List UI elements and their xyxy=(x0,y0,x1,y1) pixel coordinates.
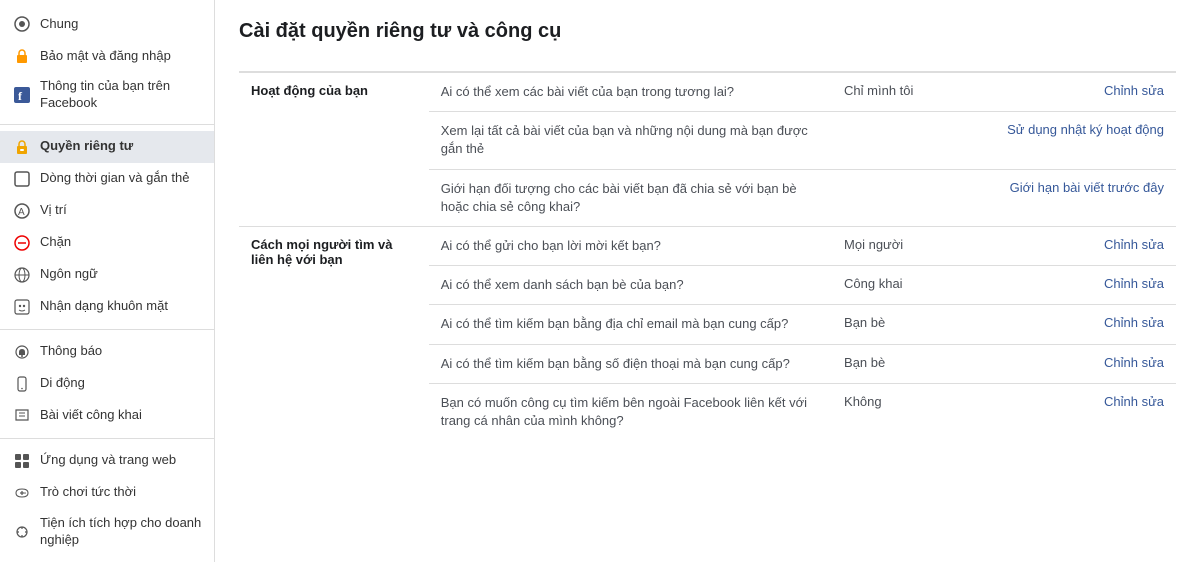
sidebar-item-label-quyen-rieng-tu: Quyền riêng tư xyxy=(40,138,202,155)
sidebar-item-label-thong-tin: Thông tin của bạn trên Facebook xyxy=(40,78,202,112)
quyen-rieng-tu-icon xyxy=(12,137,32,157)
vi-tri-icon: A xyxy=(12,201,32,221)
bai-viet-cong-khai-icon xyxy=(12,406,32,426)
page-title: Cài đặt quyền riêng tư và công cụ xyxy=(239,20,1176,55)
nhan-dang-khuon-mat-icon xyxy=(12,297,32,317)
action-link-1-3[interactable]: Chỉnh sửa xyxy=(1104,355,1164,370)
sidebar-item-ngon-ngu[interactable]: Ngôn ngữ xyxy=(0,259,214,291)
value-1-2: Bạn bè xyxy=(832,305,986,344)
value-1-1: Công khai xyxy=(832,266,986,305)
sidebar-item-thong-bao[interactable]: Thông báo xyxy=(0,336,214,368)
sidebar-item-nhan-dang-khuon-mat[interactable]: Nhận dạng khuôn mặt xyxy=(0,291,214,323)
sidebar-item-chung[interactable]: Chung xyxy=(0,8,214,40)
sidebar-divider-1 xyxy=(0,329,214,330)
description-1-2: Ai có thể tìm kiếm bạn bằng địa chỉ emai… xyxy=(429,305,832,344)
dong-thoi-gian-icon xyxy=(12,169,32,189)
sidebar-item-chan[interactable]: Chặn xyxy=(0,227,214,259)
value-1-3: Bạn bè xyxy=(832,344,986,383)
sidebar-item-dong-thoi-gian[interactable]: Dòng thời gian và gắn thẻ xyxy=(0,163,214,195)
sidebar-item-ung-dung[interactable]: Ứng dụng và trang web xyxy=(0,445,214,477)
sidebar-item-tro-choi[interactable]: Trò chơi tức thời xyxy=(0,477,214,509)
sidebar-item-label-thong-bao: Thông báo xyxy=(40,343,202,360)
table-row: Hoạt động của bạnAi có thể xem các bài v… xyxy=(239,72,1176,112)
sidebar-section-1: Quyền riêng tư Dòng thời gian và gắn thẻ A… xyxy=(0,131,214,323)
sidebar-item-vi-tri[interactable]: A Vị trí xyxy=(0,195,214,227)
sidebar-divider-2 xyxy=(0,438,214,439)
sidebar-item-label-dong-thoi-gian: Dòng thời gian và gắn thẻ xyxy=(40,170,202,187)
value-1-0: Mọi người xyxy=(832,226,986,265)
sidebar-item-quang-cao[interactable]: 📢Quảng cáo xyxy=(0,555,214,562)
description-0-1: Xem lại tất cả bài viết của bạn và những… xyxy=(429,112,832,169)
sidebar-item-label-tien-ich: Tiện ích tích hợp cho doanh nghiệp xyxy=(40,515,202,549)
bao-mat-icon xyxy=(12,46,32,66)
settings-table: Hoạt động của bạnAi có thể xem các bài v… xyxy=(239,71,1176,440)
sidebar-item-label-nhan-dang-khuon-mat: Nhận dạng khuôn mặt xyxy=(40,298,202,315)
action-link-0-0[interactable]: Chỉnh sửa xyxy=(1104,83,1164,98)
action-link-0-1[interactable]: Sử dụng nhật ký hoạt động xyxy=(1007,122,1164,137)
sidebar-divider-0 xyxy=(0,124,214,125)
action-link-1-0[interactable]: Chỉnh sửa xyxy=(1104,237,1164,252)
main-content: Cài đặt quyền riêng tư và công cụ Hoạt đ… xyxy=(215,0,1200,562)
sidebar-section-2: Thông báo Di động Bài viết công khai xyxy=(0,336,214,432)
value-0-2 xyxy=(832,169,986,226)
description-1-3: Ai có thể tìm kiếm bạn bằng số điện thoạ… xyxy=(429,344,832,383)
action-link-1-4[interactable]: Chỉnh sửa xyxy=(1104,394,1164,409)
chung-icon xyxy=(12,14,32,34)
description-1-0: Ai có thể gửi cho bạn lời mời kết bạn? xyxy=(429,226,832,265)
action-cell-1-0: Chỉnh sửa xyxy=(986,226,1176,265)
tro-choi-icon xyxy=(12,483,32,503)
action-cell-1-4: Chỉnh sửa xyxy=(986,383,1176,440)
sidebar-item-label-di-dong: Di động xyxy=(40,375,202,392)
sidebar-item-label-ngon-ngu: Ngôn ngữ xyxy=(40,266,202,283)
sidebar-item-label-vi-tri: Vị trí xyxy=(40,202,202,219)
sidebar-section-0: Chung Bảo mật và đăng nhập f Thông tin của … xyxy=(0,8,214,118)
action-link-0-2[interactable]: Giới hạn bài viết trước đây xyxy=(1010,180,1164,195)
di-dong-icon xyxy=(12,374,32,394)
sidebar: Chung Bảo mật và đăng nhập f Thông tin của … xyxy=(0,0,215,562)
action-link-1-2[interactable]: Chỉnh sửa xyxy=(1104,315,1164,330)
sidebar-section-3: Ứng dụng và trang web Trò chơi tức thời Ti… xyxy=(0,445,214,562)
action-cell-1-2: Chỉnh sửa xyxy=(986,305,1176,344)
sidebar-item-label-bai-viet-cong-khai: Bài viết công khai xyxy=(40,407,202,424)
ung-dung-icon xyxy=(12,451,32,471)
value-0-1 xyxy=(832,112,986,169)
category-0: Hoạt động của bạn xyxy=(239,72,429,226)
table-row: Cách mọi người tìm và liên hệ với bạnAi … xyxy=(239,226,1176,265)
action-cell-1-3: Chỉnh sửa xyxy=(986,344,1176,383)
sidebar-item-label-chung: Chung xyxy=(40,16,202,33)
sidebar-item-bao-mat[interactable]: Bảo mật và đăng nhập xyxy=(0,40,214,72)
description-1-1: Ai có thể xem danh sách bạn bè của bạn? xyxy=(429,266,832,305)
description-1-4: Bạn có muốn công cụ tìm kiếm bên ngoài F… xyxy=(429,383,832,440)
action-cell-0-1: Sử dụng nhật ký hoạt động xyxy=(986,112,1176,169)
action-cell-0-2: Giới hạn bài viết trước đây xyxy=(986,169,1176,226)
ngon-ngu-icon xyxy=(12,265,32,285)
thong-bao-icon xyxy=(12,342,32,362)
sidebar-item-bai-viet-cong-khai[interactable]: Bài viết công khai xyxy=(0,400,214,432)
sidebar-item-quyen-rieng-tu[interactable]: Quyền riêng tư xyxy=(0,131,214,163)
sidebar-item-label-tro-choi: Trò chơi tức thời xyxy=(40,484,202,501)
tien-ich-icon xyxy=(12,522,32,542)
sidebar-item-thong-tin[interactable]: f Thông tin của bạn trên Facebook xyxy=(0,72,214,118)
action-cell-1-1: Chỉnh sửa xyxy=(986,266,1176,305)
thong-tin-icon: f xyxy=(12,85,32,105)
svg-text:A: A xyxy=(18,207,25,218)
description-0-2: Giới hạn đối tượng cho các bài viết bạn … xyxy=(429,169,832,226)
sidebar-item-label-chan: Chặn xyxy=(40,234,202,251)
chan-icon xyxy=(12,233,32,253)
sidebar-item-di-dong[interactable]: Di động xyxy=(0,368,214,400)
value-0-0: Chỉ mình tôi xyxy=(832,72,986,112)
category-1: Cách mọi người tìm và liên hệ với bạn xyxy=(239,226,429,440)
sidebar-item-label-ung-dung: Ứng dụng và trang web xyxy=(40,452,202,469)
value-1-4: Không xyxy=(832,383,986,440)
sidebar-item-tien-ich[interactable]: Tiện ích tích hợp cho doanh nghiệp xyxy=(0,509,214,555)
sidebar-item-label-bao-mat: Bảo mật và đăng nhập xyxy=(40,48,202,65)
description-0-0: Ai có thể xem các bài viết của bạn trong… xyxy=(429,72,832,112)
action-link-1-1[interactable]: Chỉnh sửa xyxy=(1104,276,1164,291)
action-cell-0-0: Chỉnh sửa xyxy=(986,72,1176,112)
